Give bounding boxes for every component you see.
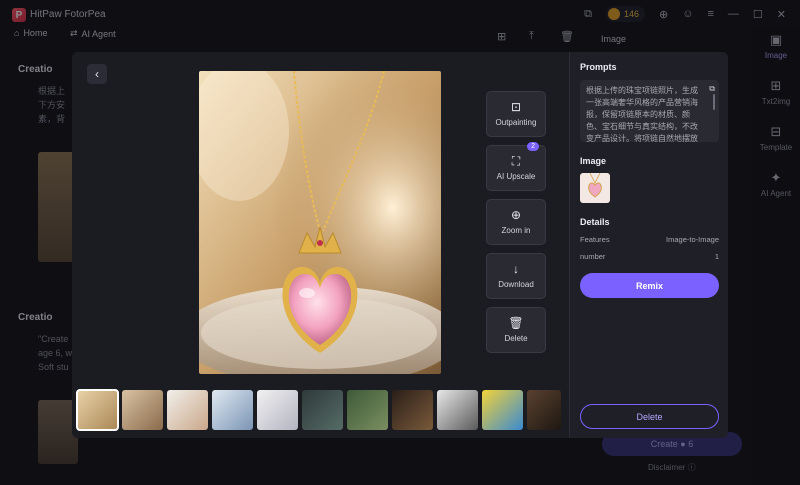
upscale-icon: ⛶ (511, 154, 521, 168)
download-label: Download (498, 280, 534, 289)
prompt-box[interactable]: 根据上传的珠宝项链照片，生成一张高端奢华风格的产品营销海报，保留项链原本的材质、… (580, 80, 719, 142)
thumbnail-woman-infographic[interactable] (212, 390, 253, 430)
thumbnail-kid-portrait[interactable] (167, 390, 208, 430)
detail-row-number: number 1 (580, 252, 719, 261)
thumbnail-band[interactable] (392, 390, 433, 430)
outpainting-icon: ⊡ (510, 100, 522, 114)
zoom-in-label: Zoom in (501, 226, 531, 235)
details-panel: Prompts 根据上传的珠宝项链照片，生成一张高端奢华风格的产品营销海报，保留… (569, 52, 728, 438)
download-icon: ↓ (513, 262, 519, 276)
necklace-photo (199, 71, 441, 374)
ai-upscale-label: AI Upscale (496, 172, 536, 181)
image-heading: Image (580, 156, 607, 166)
image-viewer: ‹ ⊡ Outpainting 2 ⛶ AI Upscale ⊕ Zoom in… (72, 52, 569, 438)
download-button[interactable]: ↓ Download (486, 253, 546, 299)
ai-upscale-button[interactable]: 2 ⛶ AI Upscale (486, 142, 546, 191)
thumbnail-necklace[interactable] (76, 389, 119, 431)
detail-value: 1 (714, 252, 719, 261)
app-window: P HitPaw FotorPea ⧉ 146 ⊕ ☺ ≡ — ☐ ✕ ⌂ Ho… (0, 0, 800, 485)
image-preview-modal: ‹ ⊡ Outpainting 2 ⛶ AI Upscale ⊕ Zoom in… (72, 52, 728, 438)
thumbnail-text-art[interactable] (437, 390, 478, 430)
reference-image (580, 173, 610, 203)
thumbnail-dark-scene[interactable] (527, 390, 561, 430)
detail-label: Features (580, 235, 610, 244)
prompt-scrollbar[interactable] (713, 94, 715, 110)
outpainting-label: Outpainting (495, 118, 537, 127)
thumbnail-forest[interactable] (347, 390, 388, 430)
chevron-left-icon: ‹ (95, 67, 99, 81)
delete-tool-label: Delete (504, 334, 528, 343)
zoom-in-icon: ⊕ (510, 208, 522, 222)
reference-image-thumbnail[interactable] (580, 173, 610, 203)
upscale-badge: 2 (527, 142, 539, 151)
detail-label: number (580, 252, 606, 261)
details-heading: Details (580, 217, 610, 227)
thumbnail-children[interactable] (122, 390, 163, 430)
trash-icon: 🗑 (508, 316, 524, 330)
thumbnail-thinking-woman[interactable] (302, 390, 343, 430)
detail-value: Image-to-Image (666, 235, 719, 244)
delete-button[interactable]: Delete (580, 404, 719, 429)
remix-button[interactable]: Remix (580, 273, 719, 298)
zoom-in-button[interactable]: ⊕ Zoom in (486, 199, 546, 245)
thumbnail-cartoon[interactable] (482, 390, 523, 430)
prompts-heading: Prompts (580, 62, 617, 72)
thumbnail-strip (76, 389, 561, 432)
prompt-text: 根据上传的珠宝项链照片，生成一张高端奢华风格的产品营销海报，保留项链原本的材质、… (586, 86, 698, 142)
delete-tool-button[interactable]: 🗑 Delete (486, 307, 546, 353)
detail-row-features: Features Image-to-Image (580, 235, 719, 244)
back-button[interactable]: ‹ (87, 64, 107, 84)
generated-image[interactable] (199, 71, 441, 374)
outpainting-button[interactable]: ⊡ Outpainting (486, 91, 546, 137)
thumbnail-woman-doodles[interactable] (257, 390, 298, 430)
